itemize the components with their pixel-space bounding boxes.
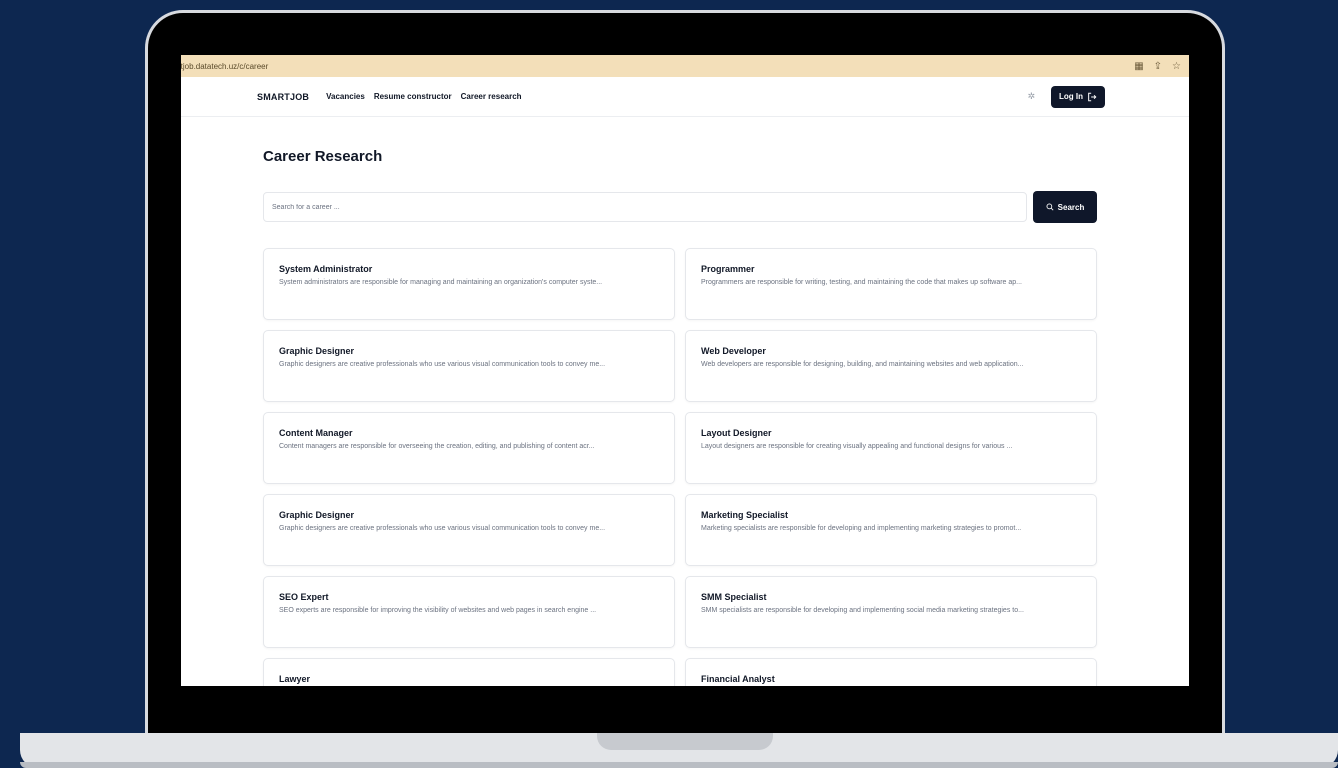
laptop-notch [597, 733, 773, 750]
nav-link-career-research[interactable]: Career research [461, 92, 522, 101]
theme-toggle-icon[interactable]: ✲ [1027, 91, 1035, 102]
login-label: Log In [1059, 92, 1083, 101]
career-grid: System Administrator System administrato… [263, 248, 1097, 686]
translate-icon[interactable]: ▦ [1134, 61, 1143, 72]
career-card[interactable]: Graphic Designer Graphic designers are c… [263, 494, 675, 566]
search-row: Search [263, 191, 1097, 223]
career-description: Content managers are responsible for ove… [279, 443, 595, 450]
career-title: Lawyer [279, 674, 311, 684]
address-bar-icons: ▦ ⇪ ☆ [1134, 61, 1181, 72]
career-title: SEO Expert [279, 592, 329, 602]
career-title: SMM Specialist [701, 592, 767, 602]
career-card[interactable]: SEO Expert SEO experts are responsible f… [263, 576, 675, 648]
career-card[interactable]: SMM Specialist SMM specialists are respo… [685, 576, 1097, 648]
nav-link-vacancies[interactable]: Vacancies [326, 92, 365, 101]
career-description: SEO experts are responsible for improvin… [279, 607, 597, 614]
page-title: Career Research [263, 148, 383, 165]
nav-left: SMARTJOB Vacancies Resume constructor Ca… [257, 92, 522, 102]
career-description: Graphic designers are creative professio… [279, 361, 606, 368]
career-title: Content Manager [279, 428, 353, 438]
career-description: Marketing specialists are responsible fo… [701, 525, 1022, 532]
login-button[interactable]: Log In [1051, 85, 1105, 108]
career-title: Graphic Designer [279, 510, 355, 520]
career-description: Programmers are responsible for writing,… [701, 279, 1022, 286]
star-icon[interactable]: ☆ [1172, 61, 1181, 72]
career-title: Layout Designer [701, 428, 772, 438]
nav-link-resume-constructor[interactable]: Resume constructor [374, 92, 452, 101]
career-description: Layout designers are responsible for cre… [701, 443, 1013, 450]
career-card[interactable]: Content Manager Content managers are res… [263, 412, 675, 484]
career-title: Graphic Designer [279, 346, 355, 356]
search-icon [1046, 203, 1054, 211]
career-card[interactable]: Graphic Designer Graphic designers are c… [263, 330, 675, 402]
search-button[interactable]: Search [1033, 191, 1097, 223]
brand-logo[interactable]: SMARTJOB [257, 92, 309, 102]
top-navbar: SMARTJOB Vacancies Resume constructor Ca… [181, 77, 1189, 117]
career-card[interactable]: Layout Designer Layout designers are res… [685, 412, 1097, 484]
career-card[interactable]: Lawyer [263, 658, 675, 686]
career-title: Financial Analyst [701, 674, 775, 684]
career-description: SMM specialists are responsible for deve… [701, 607, 1024, 614]
career-card[interactable]: System Administrator System administrato… [263, 248, 675, 320]
career-title: Web Developer [701, 346, 766, 356]
search-button-label: Search [1057, 202, 1085, 212]
url-text[interactable]: rtjob.datatech.uz/c/career [181, 62, 268, 71]
career-card[interactable]: Web Developer Web developers are respons… [685, 330, 1097, 402]
career-description: System administrators are responsible fo… [279, 279, 603, 286]
nav-right: ✲ Log In [1027, 85, 1105, 108]
career-card[interactable]: Financial Analyst [685, 658, 1097, 686]
career-title: Programmer [701, 264, 755, 274]
login-icon [1088, 92, 1097, 101]
main-content: Career Research Search System Administra… [181, 148, 1189, 686]
career-card[interactable]: Programmer Programmers are responsible f… [685, 248, 1097, 320]
career-title: System Administrator [279, 264, 373, 274]
address-bar[interactable]: rtjob.datatech.uz/c/career ▦ ⇪ ☆ [181, 55, 1189, 77]
career-title: Marketing Specialist [701, 510, 789, 520]
share-icon[interactable]: ⇪ [1154, 61, 1162, 72]
career-description: Web developers are responsible for desig… [701, 361, 1024, 368]
search-input[interactable] [263, 192, 1027, 222]
career-description: Graphic designers are creative professio… [279, 525, 606, 532]
career-card[interactable]: Marketing Specialist Marketing specialis… [685, 494, 1097, 566]
browser-window: rtjob.datatech.uz/c/career ▦ ⇪ ☆ SMARTJO… [181, 55, 1189, 686]
